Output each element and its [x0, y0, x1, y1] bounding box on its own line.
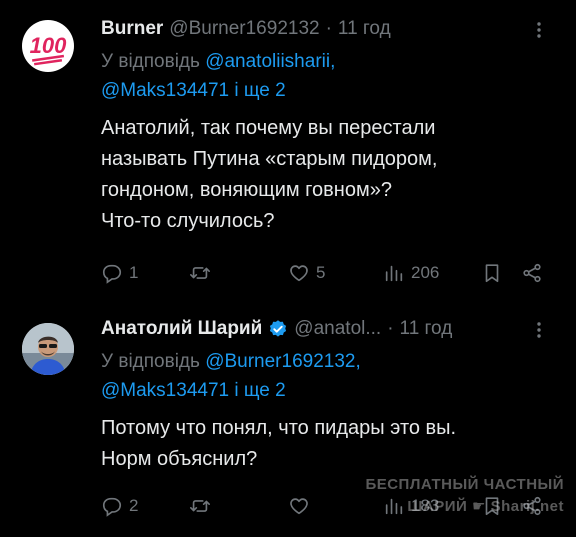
tweet-actions: 2 183: [101, 493, 547, 519]
reply-button[interactable]: 1: [101, 262, 138, 284]
tweet-2[interactable]: Анатолий Шарий @anatol... · 11 год У від…: [0, 300, 576, 537]
tweet-actions: 1 5 206: [101, 260, 547, 286]
timestamp[interactable]: 11 год: [338, 18, 391, 40]
tweet-content: Burner @Burner1692132 · 11 год У відпові…: [101, 14, 546, 237]
timestamp[interactable]: 11 год: [400, 318, 453, 340]
reply-button[interactable]: 2: [101, 495, 138, 517]
separator-dot: ·: [387, 318, 394, 339]
mention-link[interactable]: @anatoliisharii,: [205, 51, 335, 72]
mention-link[interactable]: @Maks134471: [101, 80, 229, 101]
author-name[interactable]: Анатолий Шарий: [101, 318, 262, 340]
avatar-anatoly[interactable]: [22, 323, 74, 375]
tweet-header: Burner @Burner1692132 · 11 год: [101, 14, 546, 44]
reply-icon: [102, 497, 122, 517]
retweet-icon: [190, 267, 210, 279]
mention-link[interactable]: @Maks134471: [101, 380, 229, 401]
retweet-button[interactable]: [189, 262, 217, 284]
retweet-button[interactable]: [189, 495, 217, 517]
tweet-text: Потому что понял, что пидары это вы. Нор…: [101, 413, 546, 475]
share-button[interactable]: [521, 495, 543, 517]
reply-count: 2: [129, 496, 139, 515]
more-icon[interactable]: [532, 20, 546, 45]
svg-text:100: 100: [30, 33, 67, 58]
hundred-emoji-icon: 100: [30, 33, 67, 66]
reply-prefix: У відповідь: [101, 51, 200, 72]
views-button[interactable]: 206: [383, 262, 439, 284]
views-count: 206: [411, 263, 440, 282]
tweet-content: Анатолий Шарий @anatol... · 11 год У від…: [101, 314, 546, 475]
views-count: 183: [411, 496, 440, 515]
verified-badge-icon[interactable]: [268, 319, 288, 339]
heart-icon: [290, 498, 308, 515]
reply-context: У відповідь @Burner1692132, @Maks134471 …: [101, 347, 546, 405]
tweet-1[interactable]: 100 Burner @Burner1692132 · 11 год У від…: [0, 0, 576, 300]
like-button[interactable]: [288, 495, 316, 517]
share-icon: [523, 263, 541, 283]
bookmark-icon: [485, 497, 499, 516]
share-button[interactable]: [521, 262, 543, 284]
profile-photo-icon: [22, 323, 74, 375]
tweet-text-line: Что-то случилось?: [101, 210, 275, 232]
author-name[interactable]: Burner: [101, 18, 163, 40]
retweet-icon: [190, 500, 210, 512]
author-handle[interactable]: @anatol...: [294, 318, 381, 340]
views-icon: [385, 498, 403, 515]
author-handle[interactable]: @Burner1692132: [169, 18, 319, 40]
more-icon[interactable]: [532, 320, 546, 345]
like-button[interactable]: 5: [288, 262, 325, 284]
separator-dot: ·: [325, 18, 332, 39]
tweet-header: Анатолий Шарий @anatol... · 11 год: [101, 314, 546, 344]
tweet-text-line: гондоном, воняющим говном»?: [101, 179, 392, 201]
tweet-text-line: Потому что понял, что пидары это вы.: [101, 417, 457, 439]
mention-link[interactable]: @Burner1692132,: [205, 351, 361, 372]
views-icon: [385, 265, 403, 282]
bookmark-button[interactable]: [481, 495, 503, 517]
reply-icon: [102, 264, 122, 284]
tweet-text: Анатолий, так почему вы перестали называ…: [101, 113, 546, 237]
more-mentions-link[interactable]: і ще 2: [234, 80, 285, 101]
reply-prefix: У відповідь: [101, 351, 200, 372]
more-mentions-link[interactable]: і ще 2: [234, 380, 285, 401]
bookmark-icon: [485, 264, 499, 283]
reply-context: У відповідь @anatoliisharii, @Maks134471…: [101, 47, 546, 105]
views-button[interactable]: 183: [383, 495, 439, 517]
heart-icon: [290, 265, 308, 282]
bookmark-button[interactable]: [481, 262, 503, 284]
avatar-burner[interactable]: 100: [22, 20, 74, 72]
tweet-text-line: Норм объяснил?: [101, 448, 258, 470]
tweet-text-line: Анатолий, так почему вы перестали: [101, 117, 436, 139]
share-icon: [523, 496, 541, 516]
reply-count: 1: [129, 263, 139, 282]
tweet-text-line: называть Путина «старым пидором,: [101, 148, 438, 170]
like-count: 5: [316, 263, 326, 282]
